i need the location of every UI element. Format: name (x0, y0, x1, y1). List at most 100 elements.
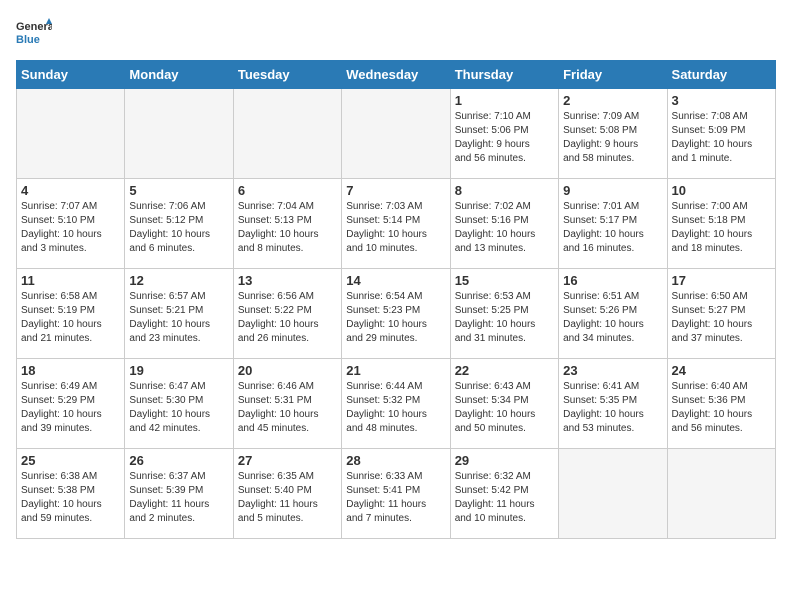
day-number: 21 (346, 363, 445, 378)
day-number: 5 (129, 183, 228, 198)
day-info: Sunrise: 6:57 AM Sunset: 5:21 PM Dayligh… (129, 290, 228, 346)
day-info: Sunrise: 7:02 AM Sunset: 5:16 PM Dayligh… (455, 200, 554, 256)
col-header-saturday: Saturday (667, 61, 775, 89)
day-info: Sunrise: 6:54 AM Sunset: 5:23 PM Dayligh… (346, 290, 445, 346)
calendar-week-5: 25 Sunrise: 6:38 AM Sunset: 5:38 PM Dayli… (17, 449, 776, 539)
day-number: 26 (129, 453, 228, 468)
day-info: Sunrise: 6:50 AM Sunset: 5:27 PM Dayligh… (672, 290, 771, 346)
calendar-cell: 4 Sunrise: 7:07 AM Sunset: 5:10 PM Daylig… (17, 179, 125, 269)
calendar-cell: 27Sunrise: 6:35 AM Sunset: 5:40 PM Dayli… (233, 449, 341, 539)
day-info: Sunrise: 6:41 AM Sunset: 5:35 PM Dayligh… (563, 380, 662, 436)
calendar-cell: 13Sunrise: 6:56 AM Sunset: 5:22 PM Dayli… (233, 269, 341, 359)
day-info: Sunrise: 7:07 AM Sunset: 5:10 PM Dayligh… (21, 200, 120, 256)
day-info: Sunrise: 6:46 AM Sunset: 5:31 PM Dayligh… (238, 380, 337, 436)
col-header-monday: Monday (125, 61, 233, 89)
day-info: Sunrise: 7:10 AM Sunset: 5:06 PM Dayligh… (455, 110, 554, 166)
logo: General Blue (16, 16, 52, 52)
day-info: Sunrise: 6:49 AM Sunset: 5:29 PM Dayligh… (21, 380, 120, 436)
calendar-week-2: 4 Sunrise: 7:07 AM Sunset: 5:10 PM Daylig… (17, 179, 776, 269)
calendar-cell: 28 Sunrise: 6:33 AM Sunset: 5:41 PM Dayli… (342, 449, 450, 539)
day-number: 25 (21, 453, 120, 468)
day-info: Sunrise: 6:44 AM Sunset: 5:32 PM Dayligh… (346, 380, 445, 436)
calendar-cell: 9Sunrise: 7:01 AM Sunset: 5:17 PM Daylig… (559, 179, 667, 269)
day-number: 22 (455, 363, 554, 378)
calendar-cell: 20 Sunrise: 6:46 AM Sunset: 5:31 PM Dayli… (233, 359, 341, 449)
calendar-cell (125, 89, 233, 179)
day-info: Sunrise: 7:09 AM Sunset: 5:08 PM Dayligh… (563, 110, 662, 166)
calendar-cell: 24 Sunrise: 6:40 AM Sunset: 5:36 PM Dayli… (667, 359, 775, 449)
calendar-cell: 14 Sunrise: 6:54 AM Sunset: 5:23 PM Dayli… (342, 269, 450, 359)
day-info: Sunrise: 7:04 AM Sunset: 5:13 PM Dayligh… (238, 200, 337, 256)
day-info: Sunrise: 6:40 AM Sunset: 5:36 PM Dayligh… (672, 380, 771, 436)
day-number: 19 (129, 363, 228, 378)
day-info: Sunrise: 6:37 AM Sunset: 5:39 PM Dayligh… (129, 470, 228, 526)
calendar-cell: 1 Sunrise: 7:10 AM Sunset: 5:06 PM Daylig… (450, 89, 558, 179)
day-info: Sunrise: 6:38 AM Sunset: 5:38 PM Dayligh… (21, 470, 120, 526)
day-info: Sunrise: 7:00 AM Sunset: 5:18 PM Dayligh… (672, 200, 771, 256)
logo-icon: General Blue (16, 16, 52, 52)
calendar-week-3: 11 Sunrise: 6:58 AM Sunset: 5:19 PM Dayli… (17, 269, 776, 359)
day-number: 24 (672, 363, 771, 378)
day-info: Sunrise: 6:32 AM Sunset: 5:42 PM Dayligh… (455, 470, 554, 526)
day-number: 28 (346, 453, 445, 468)
calendar-cell: 16 Sunrise: 6:51 AM Sunset: 5:26 PM Dayli… (559, 269, 667, 359)
calendar-cell: 21 Sunrise: 6:44 AM Sunset: 5:32 PM Dayli… (342, 359, 450, 449)
day-info: Sunrise: 6:43 AM Sunset: 5:34 PM Dayligh… (455, 380, 554, 436)
calendar-cell: 19 Sunrise: 6:47 AM Sunset: 5:30 PM Dayli… (125, 359, 233, 449)
day-info: Sunrise: 6:47 AM Sunset: 5:30 PM Dayligh… (129, 380, 228, 436)
day-number: 4 (21, 183, 120, 198)
calendar-week-4: 18 Sunrise: 6:49 AM Sunset: 5:29 PM Dayli… (17, 359, 776, 449)
day-number: 15 (455, 273, 554, 288)
col-header-thursday: Thursday (450, 61, 558, 89)
page-header: General Blue (16, 16, 776, 52)
calendar-table: SundayMondayTuesdayWednesdayThursdayFrid… (16, 60, 776, 539)
day-info: Sunrise: 7:08 AM Sunset: 5:09 PM Dayligh… (672, 110, 771, 166)
day-number: 7 (346, 183, 445, 198)
calendar-cell: 15Sunrise: 6:53 AM Sunset: 5:25 PM Dayli… (450, 269, 558, 359)
day-number: 18 (21, 363, 120, 378)
calendar-cell: 26 Sunrise: 6:37 AM Sunset: 5:39 PM Dayli… (125, 449, 233, 539)
day-info: Sunrise: 6:51 AM Sunset: 5:26 PM Dayligh… (563, 290, 662, 346)
col-header-sunday: Sunday (17, 61, 125, 89)
calendar-cell: 3 Sunrise: 7:08 AM Sunset: 5:09 PM Daylig… (667, 89, 775, 179)
day-info: Sunrise: 6:58 AM Sunset: 5:19 PM Dayligh… (21, 290, 120, 346)
svg-text:General: General (16, 21, 52, 33)
calendar-cell: 22 Sunrise: 6:43 AM Sunset: 5:34 PM Dayli… (450, 359, 558, 449)
calendar-cell: 17 Sunrise: 6:50 AM Sunset: 5:27 PM Dayli… (667, 269, 775, 359)
calendar-cell: 5 Sunrise: 7:06 AM Sunset: 5:12 PM Daylig… (125, 179, 233, 269)
day-number: 6 (238, 183, 337, 198)
calendar-cell: 29 Sunrise: 6:32 AM Sunset: 5:42 PM Dayli… (450, 449, 558, 539)
day-number: 17 (672, 273, 771, 288)
calendar-cell: 18 Sunrise: 6:49 AM Sunset: 5:29 PM Dayli… (17, 359, 125, 449)
calendar-cell (667, 449, 775, 539)
calendar-cell: 11 Sunrise: 6:58 AM Sunset: 5:19 PM Dayli… (17, 269, 125, 359)
calendar-cell: 10Sunrise: 7:00 AM Sunset: 5:18 PM Dayli… (667, 179, 775, 269)
calendar-cell: 6 Sunrise: 7:04 AM Sunset: 5:13 PM Daylig… (233, 179, 341, 269)
day-info: Sunrise: 7:06 AM Sunset: 5:12 PM Dayligh… (129, 200, 228, 256)
col-header-tuesday: Tuesday (233, 61, 341, 89)
day-number: 3 (672, 93, 771, 108)
calendar-cell: 2Sunrise: 7:09 AM Sunset: 5:08 PM Daylig… (559, 89, 667, 179)
day-number: 8 (455, 183, 554, 198)
calendar-cell: 12 Sunrise: 6:57 AM Sunset: 5:21 PM Dayli… (125, 269, 233, 359)
day-number: 29 (455, 453, 554, 468)
svg-text:Blue: Blue (16, 34, 40, 46)
day-number: 9 (563, 183, 662, 198)
calendar-week-1: 1 Sunrise: 7:10 AM Sunset: 5:06 PM Daylig… (17, 89, 776, 179)
header-row: SundayMondayTuesdayWednesdayThursdayFrid… (17, 61, 776, 89)
day-number: 11 (21, 273, 120, 288)
calendar-cell (233, 89, 341, 179)
day-number: 12 (129, 273, 228, 288)
day-number: 23 (563, 363, 662, 378)
day-number: 1 (455, 93, 554, 108)
col-header-wednesday: Wednesday (342, 61, 450, 89)
day-info: Sunrise: 6:56 AM Sunset: 5:22 PM Dayligh… (238, 290, 337, 346)
day-number: 20 (238, 363, 337, 378)
calendar-cell: 25 Sunrise: 6:38 AM Sunset: 5:38 PM Dayli… (17, 449, 125, 539)
day-info: Sunrise: 6:33 AM Sunset: 5:41 PM Dayligh… (346, 470, 445, 526)
calendar-cell (342, 89, 450, 179)
day-info: Sunrise: 7:03 AM Sunset: 5:14 PM Dayligh… (346, 200, 445, 256)
day-number: 14 (346, 273, 445, 288)
day-number: 16 (563, 273, 662, 288)
calendar-cell (17, 89, 125, 179)
